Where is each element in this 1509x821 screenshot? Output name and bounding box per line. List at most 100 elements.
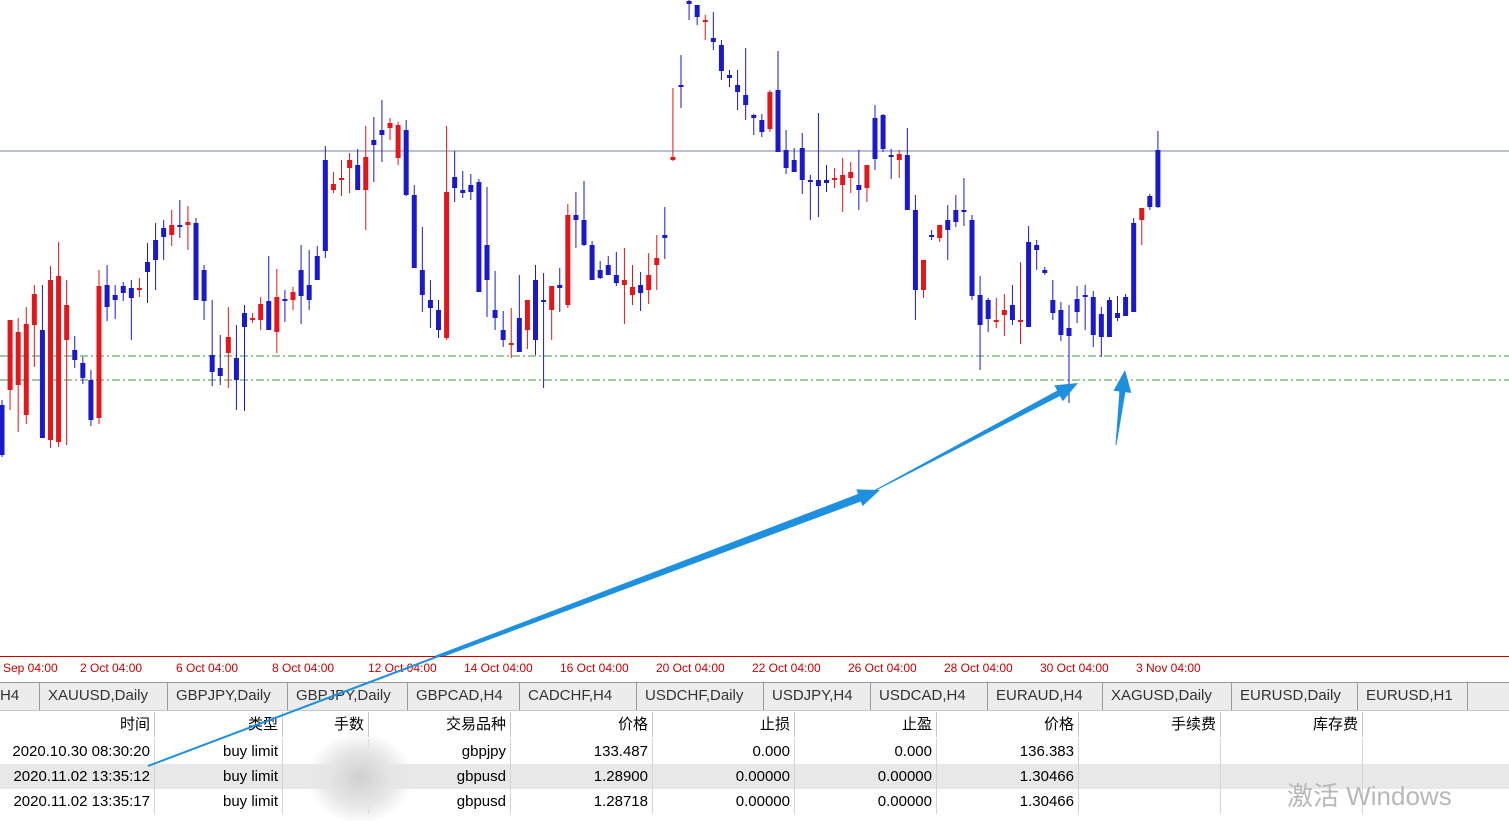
bear-candle bbox=[856, 185, 862, 190]
column-header[interactable]: 时间 bbox=[0, 712, 155, 737]
bear-candle bbox=[929, 235, 935, 237]
chart-tab[interactable]: GBPCAD,H4 bbox=[408, 683, 520, 710]
bear-candle bbox=[201, 270, 207, 301]
bear-candle bbox=[791, 160, 797, 172]
bear-candle bbox=[120, 286, 126, 293]
table-row[interactable]: 2020.10.30 08:30:20 buy limit gbpjpy 133.48… bbox=[0, 739, 1509, 764]
column-header[interactable]: 止盈 bbox=[795, 712, 937, 737]
column-header[interactable]: 价格 bbox=[937, 712, 1079, 737]
time-tick-label: 8 Oct 04:00 bbox=[272, 661, 335, 675]
bear-candle bbox=[751, 115, 757, 118]
bull-candle bbox=[848, 172, 854, 178]
chart-tab[interactable]: EURUSD,Daily bbox=[1232, 683, 1358, 710]
column-header[interactable]: 止损 bbox=[653, 712, 795, 737]
bull-candle bbox=[258, 304, 264, 320]
chart-tab[interactable]: H4 bbox=[0, 683, 40, 710]
chart-tab[interactable]: USDCHF,Daily bbox=[637, 683, 764, 710]
bear-candle bbox=[492, 310, 498, 318]
bull-candle bbox=[654, 258, 660, 265]
bear-candle bbox=[403, 130, 409, 195]
bear-candle bbox=[436, 310, 441, 330]
column-header[interactable]: 类型 bbox=[155, 712, 283, 737]
bull-candle bbox=[7, 320, 13, 390]
bear-candle bbox=[541, 300, 547, 302]
bear-candle bbox=[104, 285, 110, 307]
bear-candle bbox=[718, 45, 724, 71]
bear-candle bbox=[727, 75, 732, 78]
bear-candle bbox=[460, 190, 466, 193]
chart-tab[interactable]: XAUUSD,Daily bbox=[40, 683, 168, 710]
column-header[interactable]: 库存费 bbox=[1221, 712, 1363, 737]
chart-tab[interactable]: CADCHF,H4 bbox=[520, 683, 637, 710]
table-cell: 136.383 bbox=[937, 739, 1079, 764]
time-tick-label: 6 Oct 04:00 bbox=[176, 661, 239, 675]
bear-candle bbox=[322, 160, 328, 251]
column-header[interactable]: 价格 bbox=[511, 712, 653, 737]
bear-candle bbox=[516, 318, 522, 352]
time-axis: Sep 04:00 2 Oct 04:00 6 Oct 04:00 8 Oct 04:… bbox=[0, 656, 1509, 681]
chart-tab[interactable]: USDCAD,H4 bbox=[871, 683, 988, 710]
time-tick-label: 12 Oct 04:00 bbox=[368, 661, 437, 675]
bear-candle bbox=[153, 240, 159, 260]
bear-candle bbox=[1058, 310, 1064, 335]
column-header[interactable]: 手续费 bbox=[1079, 712, 1221, 737]
table-row[interactable]: 2020.11.02 13:35:12 buy limit gbpusd 1.2890… bbox=[0, 764, 1509, 789]
bear-candle bbox=[880, 115, 886, 149]
chart-tab[interactable]: EURAUD,H4 bbox=[988, 683, 1103, 710]
bear-candle bbox=[145, 262, 150, 272]
bear-candle bbox=[759, 120, 765, 132]
trade-orders-table: 时间 类型 手数 交易品种 价格 止损 止盈 价格 手续费 库存费 2020.10.30 08:3… bbox=[0, 712, 1509, 821]
chart-tabs-bar: H4 XAUUSD,Daily GBPJPY,Daily GBPJPY,Daily GB… bbox=[0, 682, 1509, 711]
time-tick-label: 26 Oct 04:00 bbox=[848, 661, 917, 675]
bear-candle bbox=[605, 265, 611, 275]
bull-candle bbox=[767, 92, 773, 129]
table-cell: buy limit bbox=[155, 764, 283, 789]
bear-candle bbox=[242, 313, 247, 327]
bear-candle bbox=[1115, 313, 1120, 318]
time-tick-label: 16 Oct 04:00 bbox=[560, 661, 629, 675]
chart-tab[interactable]: EURUSD,H1 bbox=[1358, 683, 1468, 710]
time-tick-label: Sep 04:00 bbox=[3, 661, 58, 675]
column-header[interactable]: 交易品种 bbox=[369, 712, 511, 737]
bull-candle bbox=[508, 343, 514, 345]
bull-candle bbox=[864, 165, 870, 188]
chart-tab[interactable]: GBPJPY,Daily bbox=[288, 683, 408, 710]
bear-candle bbox=[1034, 245, 1040, 250]
bear-candle bbox=[735, 85, 741, 92]
bear-candle bbox=[1106, 300, 1112, 337]
bear-candle bbox=[953, 210, 959, 222]
bear-candle bbox=[783, 150, 789, 168]
table-row[interactable]: 2020.11.02 13:35:17 buy limit gbpusd 1.2871… bbox=[0, 789, 1509, 814]
bear-candle bbox=[217, 368, 223, 376]
bull-candle bbox=[921, 260, 926, 290]
time-tick-label: 2 Oct 04:00 bbox=[80, 661, 143, 675]
table-cell: 133.487 bbox=[511, 739, 653, 764]
bull-candle bbox=[1001, 310, 1007, 315]
price-chart[interactable] bbox=[0, 0, 1509, 656]
candlestick-chart[interactable] bbox=[0, 0, 1509, 656]
chart-tab[interactable]: GBPJPY,Daily bbox=[168, 683, 288, 710]
time-tick-label: 30 Oct 04:00 bbox=[1040, 661, 1109, 675]
table-cell: 2020.11.02 13:35:17 bbox=[0, 789, 155, 814]
column-header[interactable]: 手数 bbox=[283, 712, 369, 737]
bear-candle bbox=[662, 235, 668, 238]
bear-candle bbox=[1042, 270, 1048, 273]
bear-candle bbox=[500, 330, 506, 340]
bull-candle bbox=[1018, 320, 1023, 322]
bear-candle bbox=[1090, 297, 1096, 335]
table-cell: 0.000 bbox=[795, 739, 937, 764]
chart-tab[interactable]: XAGUSD,Daily bbox=[1103, 683, 1232, 710]
windows-activation-watermark: 激活 Windows bbox=[1287, 781, 1452, 811]
bull-candle bbox=[630, 287, 635, 295]
table-cell: 0.00000 bbox=[653, 789, 795, 814]
bear-candle bbox=[233, 358, 239, 380]
table-cell: 2020.10.30 08:30:20 bbox=[0, 739, 155, 764]
chart-tab[interactable]: USDJPY,H4 bbox=[764, 683, 871, 710]
bear-candle bbox=[128, 288, 134, 298]
bull-candle bbox=[937, 225, 943, 238]
bear-candle bbox=[452, 177, 458, 188]
bull-candle bbox=[96, 286, 102, 418]
bear-candle bbox=[282, 299, 288, 301]
time-tick-label: 22 Oct 04:00 bbox=[752, 661, 821, 675]
bear-candle bbox=[72, 350, 78, 360]
